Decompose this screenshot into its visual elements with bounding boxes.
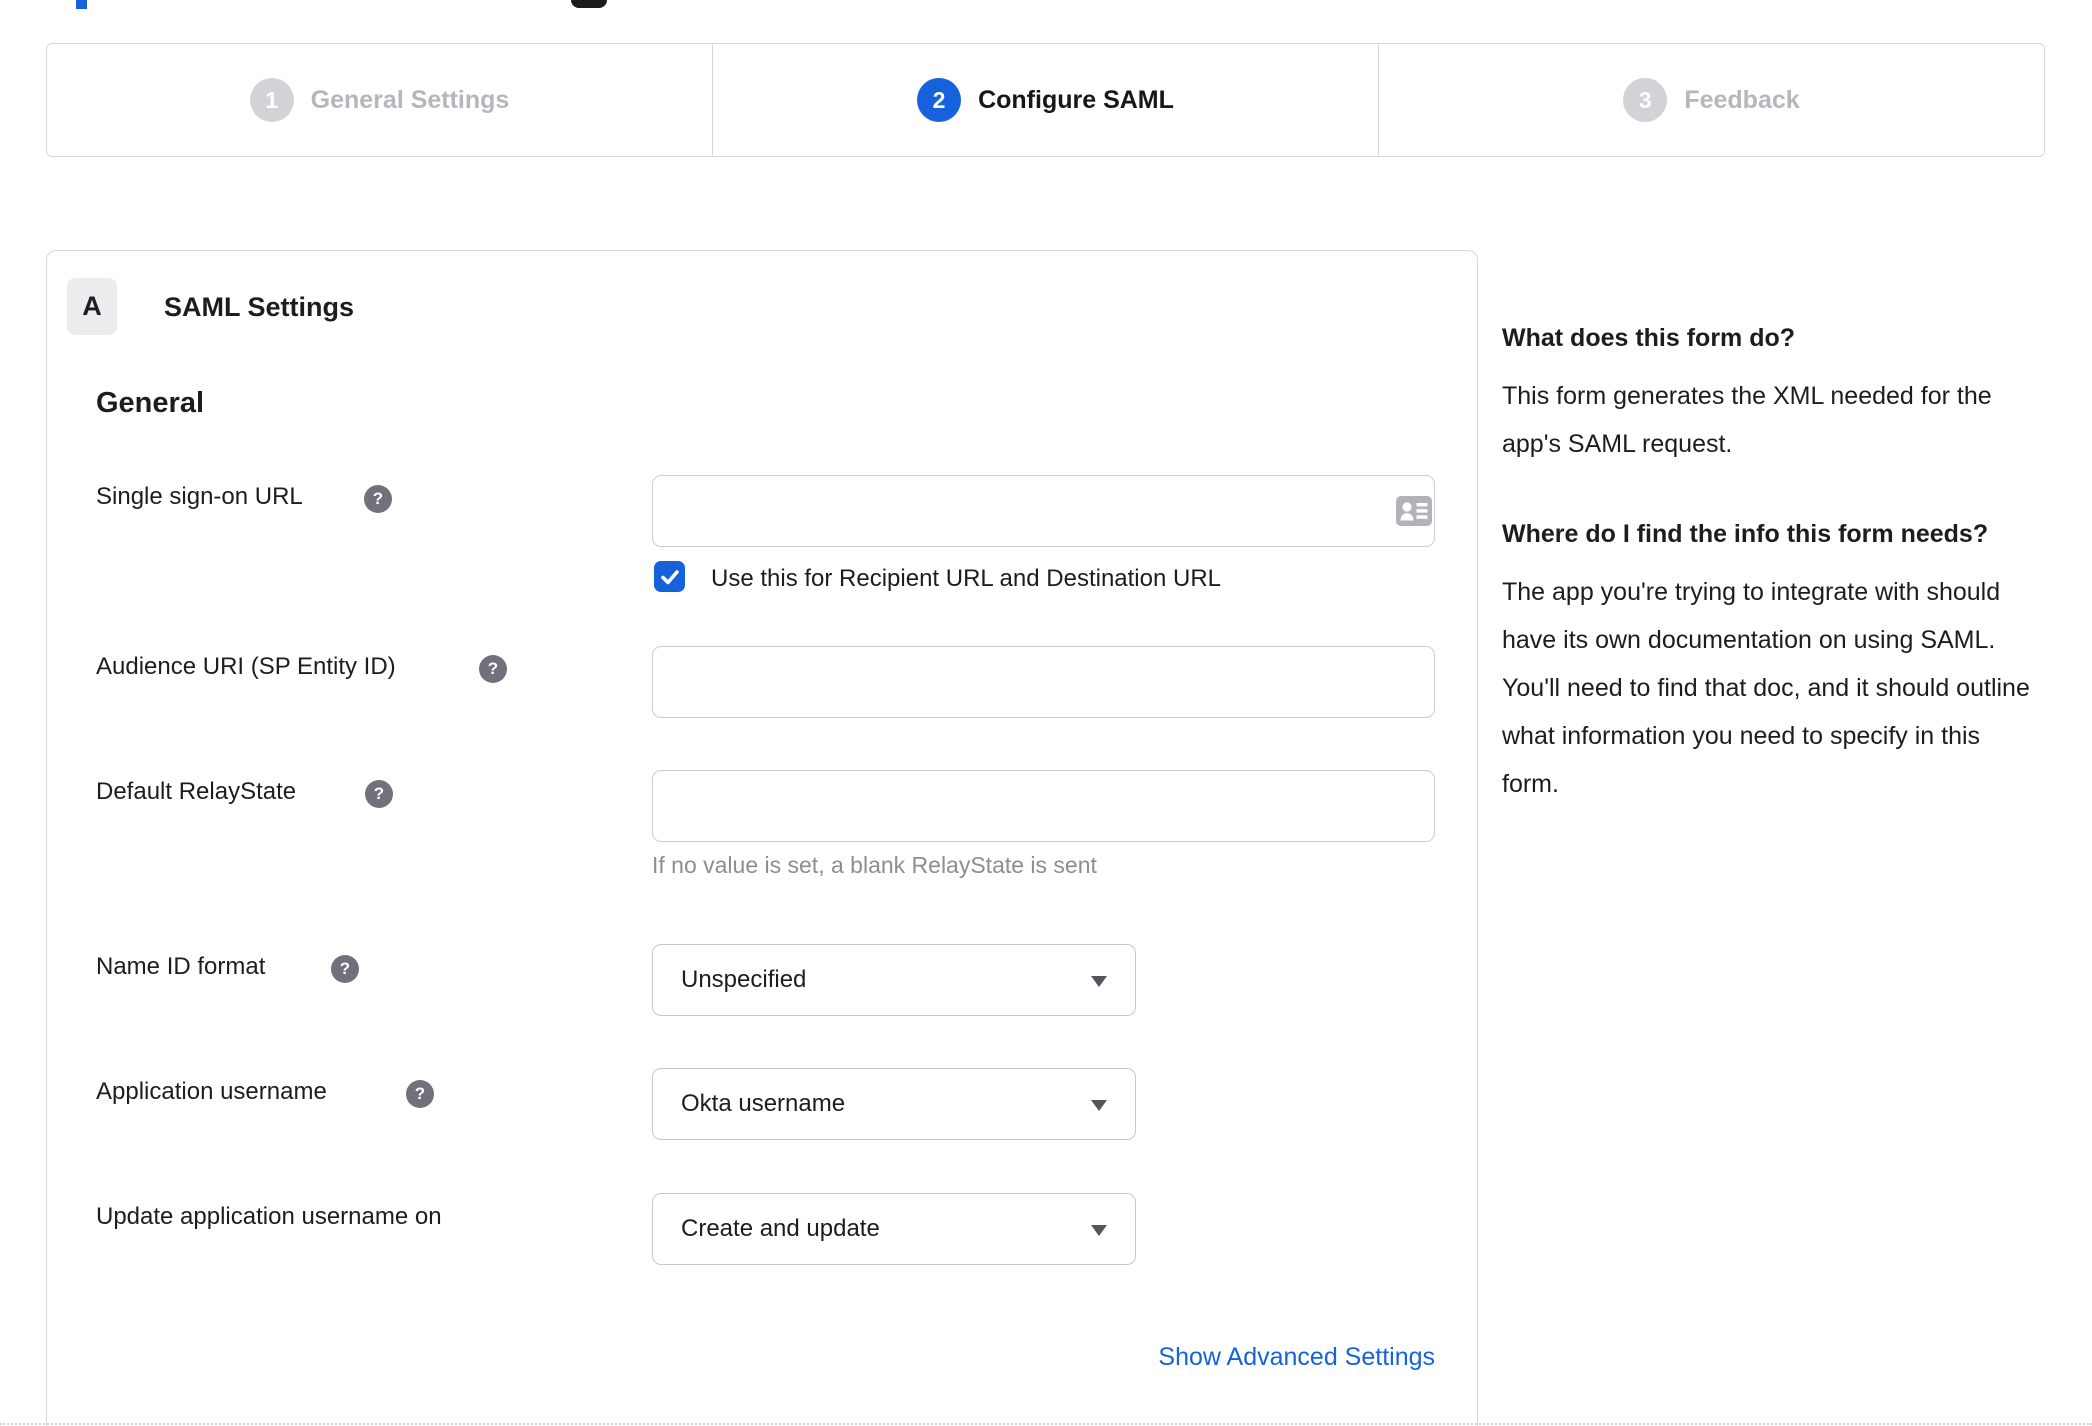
step-feedback: 3 Feedback xyxy=(1379,44,2044,156)
help-section-what: What does this form do? This form genera… xyxy=(1502,314,2042,468)
application-username-select[interactable]: Okta username xyxy=(652,1068,1136,1140)
help-icon[interactable]: ? xyxy=(331,955,359,983)
step-label: Feedback xyxy=(1684,85,1800,114)
contact-card-icon xyxy=(1396,496,1432,526)
update-app-username-select[interactable]: Create and update xyxy=(652,1193,1136,1265)
single-sign-on-url-label: Single sign-on URL xyxy=(96,483,303,510)
step-number-badge: 3 xyxy=(1623,78,1668,122)
panel-title: SAML Settings xyxy=(164,292,355,322)
help-body: The app you're trying to integrate with … xyxy=(1502,578,2030,798)
show-advanced-settings-link[interactable]: Show Advanced Settings xyxy=(652,1343,1435,1372)
help-icon[interactable]: ? xyxy=(365,780,393,808)
step-number-badge: 1 xyxy=(249,78,294,122)
help-icon[interactable]: ? xyxy=(364,485,392,513)
setup-wizard-stepper: 1 General Settings 2 Configure SAML 3 Fe… xyxy=(46,43,2045,157)
application-username-label: Application username xyxy=(96,1078,327,1105)
help-sidebar: What does this form do? This form genera… xyxy=(1502,314,2042,850)
use-for-recipient-destination-checkbox[interactable] xyxy=(654,561,685,592)
chevron-down-icon xyxy=(1091,1225,1107,1236)
help-heading: Where do I find the info this form needs… xyxy=(1502,520,1989,548)
step-label: General Settings xyxy=(310,85,510,114)
help-body: This form generates the XML needed for t… xyxy=(1502,382,1992,458)
selected-value: Unspecified xyxy=(681,966,807,993)
name-id-format-label: Name ID format xyxy=(96,953,266,980)
audience-uri-input[interactable] xyxy=(652,646,1435,718)
step-configure-saml: 2 Configure SAML xyxy=(713,44,1379,156)
selected-value: Create and update xyxy=(681,1215,880,1242)
default-relaystate-input[interactable] xyxy=(652,770,1435,842)
update-app-username-label: Update application username on xyxy=(96,1203,442,1230)
configure-saml-page: 1 General Settings 2 Configure SAML 3 Fe… xyxy=(0,0,2092,1426)
chevron-down-icon xyxy=(1091,1100,1107,1111)
cutoff-blue-logo-fragment xyxy=(76,0,87,9)
general-group-heading: General xyxy=(96,387,204,419)
step-general-settings: 1 General Settings xyxy=(47,44,713,156)
help-heading: What does this form do? xyxy=(1502,324,1796,352)
chevron-down-icon xyxy=(1091,976,1107,987)
relaystate-hint: If no value is set, a blank RelayState i… xyxy=(652,852,1097,878)
help-icon[interactable]: ? xyxy=(406,1080,434,1108)
single-sign-on-url-input[interactable] xyxy=(652,475,1435,547)
cutoff-dark-icon-fragment xyxy=(571,0,607,8)
help-icon[interactable]: ? xyxy=(479,655,507,683)
name-id-format-select[interactable]: Unspecified xyxy=(652,944,1136,1016)
help-section-where: Where do I find the info this form needs… xyxy=(1502,510,2042,808)
default-relaystate-label: Default RelayState xyxy=(96,778,297,805)
step-number-badge: 2 xyxy=(917,78,962,122)
saml-settings-panel: A SAML Settings General Single sign-on U… xyxy=(46,250,1478,1426)
use-for-recipient-destination-label: Use this for Recipient URL and Destinati… xyxy=(711,565,1222,592)
bottom-divider xyxy=(0,1423,2092,1425)
checkmark-icon xyxy=(660,569,679,584)
audience-uri-label: Audience URI (SP Entity ID) xyxy=(96,653,396,680)
selected-value: Okta username xyxy=(681,1090,846,1117)
step-label: Configure SAML xyxy=(978,85,1174,114)
section-a-badge: A xyxy=(67,278,117,335)
